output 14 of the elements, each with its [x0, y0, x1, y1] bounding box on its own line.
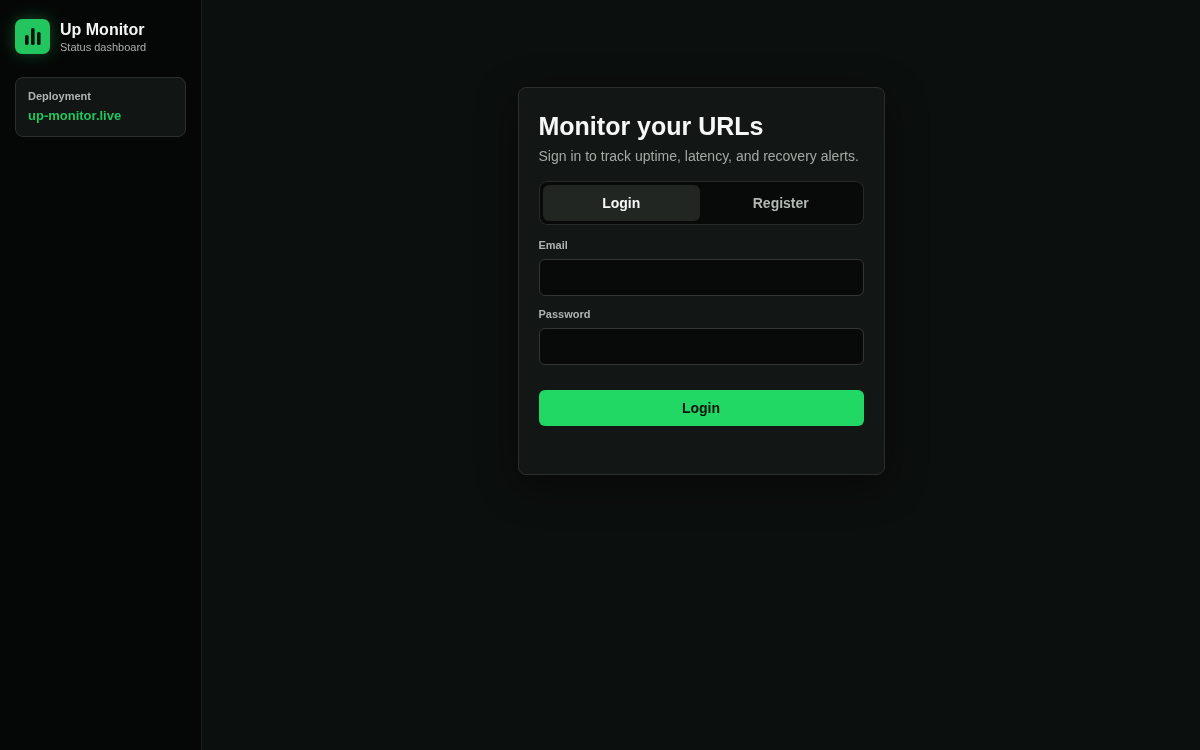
bar-chart-icon: [15, 19, 50, 54]
card-title: Monitor your URLs: [538, 111, 765, 142]
field-label: Password: [538, 308, 592, 320]
app-title: Up Monitor: [60, 20, 146, 39]
deployment-label: Deployment: [28, 90, 92, 102]
card-subtitle: Sign in to track uptime, latency, and recovery alerts.: [538, 147, 860, 166]
login-button[interactable]: Login: [538, 390, 864, 426]
input-field[interactable]: [538, 259, 864, 296]
field-label: Email: [538, 239, 569, 251]
deployment-domain: up-monitor.live: [28, 108, 123, 123]
app-subtitle: Status dashboard: [60, 40, 147, 53]
tab[interactable]: Login: [542, 185, 700, 221]
tab[interactable]: Register: [702, 185, 860, 221]
input-field[interactable]: [538, 328, 864, 365]
